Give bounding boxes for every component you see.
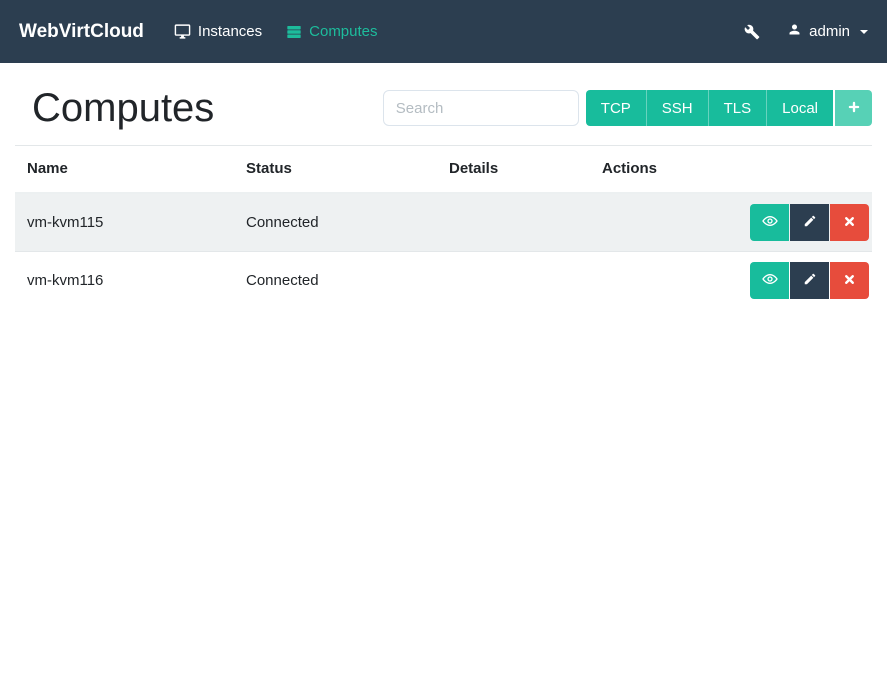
navbar-right: admin: [744, 22, 868, 41]
delete-button[interactable]: [830, 262, 869, 299]
edit-button[interactable]: [790, 262, 829, 299]
add-compute-button[interactable]: [835, 90, 872, 126]
column-header-actions: Actions: [590, 145, 872, 194]
add-local-button[interactable]: Local: [766, 90, 833, 126]
compute-name: vm-kvm115: [27, 214, 104, 231]
table-header-row: Name Status Details Actions: [15, 145, 872, 194]
page-header: Computes TCP SSH TLS Local: [15, 63, 872, 145]
table-row: vm-kvm116 Connected: [15, 251, 872, 309]
user-icon: [787, 22, 802, 41]
eye-icon: [761, 271, 778, 290]
add-tls-button[interactable]: TLS: [707, 90, 767, 126]
eye-icon: [761, 213, 778, 232]
top-navbar: WebVirtCloud Instances Computes admin: [0, 0, 887, 63]
user-name: admin: [809, 23, 850, 40]
compute-actions-cell: [590, 251, 872, 309]
pencil-icon: [803, 272, 817, 289]
edit-button[interactable]: [790, 204, 829, 241]
x-icon: [843, 215, 856, 231]
add-compute-button-group: TCP SSH TLS Local: [585, 90, 872, 126]
plus-icon: [847, 100, 861, 117]
compute-name: vm-kvm116: [15, 251, 234, 309]
page-title: Computes: [32, 86, 215, 130]
search-input[interactable]: [382, 90, 579, 126]
pencil-icon: [803, 214, 817, 231]
computes-table-container: Name Status Details Actions vm-kvm115 Co…: [15, 145, 872, 309]
add-tcp-button[interactable]: TCP: [585, 90, 646, 126]
x-icon: [843, 273, 856, 289]
compute-details: [437, 251, 590, 309]
nav-item-computes[interactable]: Computes: [286, 23, 378, 40]
view-button[interactable]: [750, 262, 789, 299]
add-ssh-button[interactable]: SSH: [645, 90, 708, 126]
caret-down-icon: [860, 29, 868, 34]
nav-item-instances[interactable]: Instances: [174, 23, 262, 40]
table-row: vm-kvm115 Connected: [15, 193, 872, 252]
computes-table: Name Status Details Actions vm-kvm115 Co…: [15, 145, 872, 309]
user-dropdown[interactable]: admin: [787, 22, 868, 41]
action-button-group: [750, 204, 869, 241]
view-button[interactable]: [750, 204, 789, 241]
column-header-name: Name: [15, 145, 234, 194]
compute-status: Connected: [234, 251, 437, 309]
brand-link[interactable]: WebVirtCloud: [19, 21, 144, 43]
header-controls: TCP SSH TLS Local: [382, 90, 872, 126]
wrench-icon[interactable]: [744, 24, 760, 40]
desktop-icon: [174, 23, 191, 40]
compute-status: Connected: [246, 214, 319, 231]
nav-item-instances-label: Instances: [197, 23, 263, 40]
action-button-group: [750, 262, 869, 299]
compute-details: [437, 193, 590, 252]
nav-item-computes-label: Computes: [309, 23, 378, 40]
delete-button[interactable]: [830, 204, 869, 241]
compute-actions-cell: [590, 193, 872, 252]
column-header-details: Details: [437, 145, 590, 194]
column-header-status: Status: [234, 145, 437, 194]
server-icon: [286, 24, 302, 40]
